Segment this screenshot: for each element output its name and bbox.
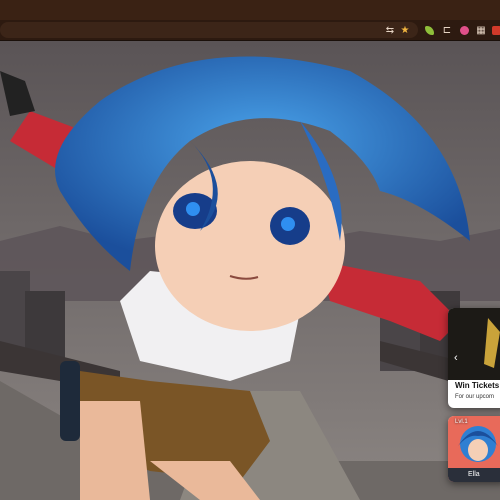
extension-puzzle-icon[interactable]: ⊏ xyxy=(440,23,454,37)
promo-card[interactable]: ‹ Win Tickets For our upcom xyxy=(448,308,500,408)
promo-image xyxy=(448,308,500,380)
page-content: ‹ Win Tickets For our upcom Lvl.1 Ella xyxy=(0,41,500,500)
promo-subtitle: For our upcom xyxy=(455,394,495,400)
chevron-left-icon[interactable]: ‹ xyxy=(454,352,458,364)
extension-qr-icon[interactable]: ▦ xyxy=(474,23,488,37)
anime-illustration xyxy=(0,41,500,500)
character-card[interactable]: Lvl.1 Ella xyxy=(448,416,500,482)
character-name: Ella xyxy=(448,468,500,482)
translate-icon[interactable]: ⇆ xyxy=(383,23,397,37)
bookmark-star-icon[interactable]: ★ xyxy=(398,23,412,37)
character-level: Lvl.1 xyxy=(455,419,468,425)
tab-strip xyxy=(0,0,500,20)
extension-leaf-icon[interactable] xyxy=(422,23,436,37)
promo-title: Win Tickets xyxy=(455,381,500,390)
extension-pink-icon[interactable] xyxy=(457,23,471,37)
extension-red-icon[interactable] xyxy=(489,23,500,37)
address-bar[interactable] xyxy=(0,22,418,38)
